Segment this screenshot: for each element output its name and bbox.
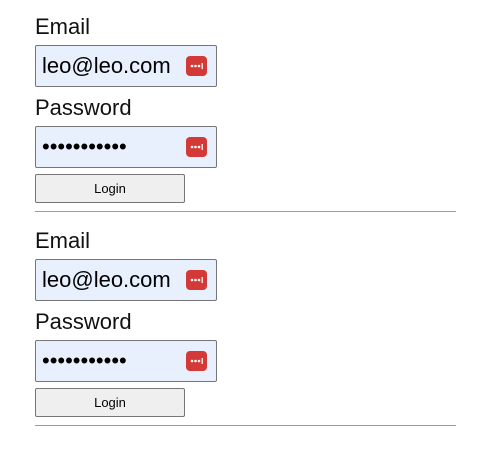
email-field-container[interactable]: leo@leo.com — [35, 259, 217, 301]
password-manager-icon[interactable] — [186, 56, 207, 76]
email-label: Email — [35, 228, 91, 253]
password-field-container[interactable]: ••••••••••• — [35, 126, 217, 168]
email-field-container[interactable]: leo@leo.com — [35, 45, 217, 87]
password-manager-icon[interactable] — [186, 137, 207, 157]
password-input[interactable]: ••••••••••• — [36, 127, 186, 167]
email-input[interactable]: leo@leo.com — [36, 46, 186, 86]
divider — [35, 425, 456, 426]
login-button[interactable]: Login — [35, 174, 185, 203]
password-label: Password — [35, 95, 132, 120]
password-input[interactable]: ••••••••••• — [36, 341, 186, 381]
email-input[interactable]: leo@leo.com — [36, 260, 186, 300]
login-form-1: Email leo@leo.com Password ••••••••••• L… — [35, 12, 456, 203]
divider — [35, 211, 456, 212]
password-label: Password — [35, 309, 132, 334]
password-field-container[interactable]: ••••••••••• — [35, 340, 217, 382]
login-button[interactable]: Login — [35, 388, 185, 417]
password-manager-icon[interactable] — [186, 351, 207, 371]
email-label: Email — [35, 14, 91, 39]
password-manager-icon[interactable] — [186, 270, 207, 290]
login-form-2: Email leo@leo.com Password ••••••••••• L… — [35, 226, 456, 417]
